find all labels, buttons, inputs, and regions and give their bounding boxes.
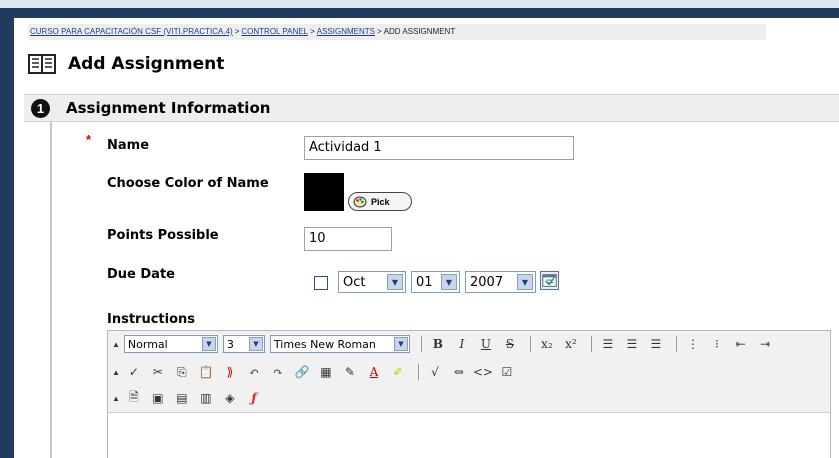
redo-icon[interactable]: ↷ [268, 363, 288, 381]
rich-text-editor[interactable]: ▲ Normal ▼ 3 ▼ Times New Roman ▼ B I U S [107, 330, 831, 458]
align-left-icon[interactable]: ☰ [598, 335, 618, 353]
required-marker: * [86, 132, 92, 147]
chevron-down-icon: ▼ [517, 274, 533, 290]
due-date-checkbox[interactable] [314, 276, 328, 290]
paste-icon[interactable]: 📋 [196, 363, 216, 381]
outdent-icon[interactable]: ⇤ [731, 335, 751, 353]
undo-icon[interactable]: ↶ [244, 363, 264, 381]
toolbar-row-3: ▲ 🗎 ▣ ▤ ▥ ◈ ƒ [112, 387, 268, 409]
breadcrumb-current: ADD ASSIGNMENT [383, 27, 456, 36]
link-icon[interactable]: 🔗 [292, 363, 312, 381]
cut-icon[interactable]: ✂ [148, 363, 168, 381]
breadcrumb-separator: > [234, 27, 240, 36]
strikethrough-button[interactable]: S [500, 335, 520, 353]
numbered-list-icon[interactable]: ⋮ [683, 335, 703, 353]
spellcheck-icon[interactable]: ✓ [124, 363, 144, 381]
section-title: Assignment Information [66, 99, 271, 117]
underline-button[interactable]: U [476, 335, 496, 353]
editor-toolbar: ▲ Normal ▼ 3 ▼ Times New Roman ▼ B I U S [108, 331, 830, 413]
table-icon[interactable]: ▦ [316, 363, 336, 381]
color-label: Choose Color of Name [107, 176, 269, 191]
bold-button[interactable]: B [428, 335, 448, 353]
due-day-value: 01 [416, 274, 433, 290]
color-swatch[interactable] [304, 173, 344, 211]
chevron-down-icon: ▼ [441, 274, 457, 290]
points-input[interactable]: 10 [304, 227, 392, 251]
page-content: CURSO PARA CAPACITACIÓN CSF (VITI.PRACTI… [14, 18, 839, 458]
breadcrumb-separator: > [376, 27, 382, 36]
breadcrumb-assignments[interactable]: ASSIGNMENTS [317, 27, 375, 36]
source-code-icon[interactable]: <> [473, 363, 493, 381]
breadcrumb: CURSO PARA CAPACITACIÓN CSF (VITI.PRACTI… [28, 24, 766, 40]
instructions-label: Instructions [107, 312, 196, 327]
attach-file-icon[interactable]: 🗎 [124, 389, 144, 407]
collapse-toggle-icon[interactable]: ▲ [112, 368, 120, 377]
superscript-button[interactable]: x² [561, 335, 581, 353]
name-label: Name [107, 138, 150, 153]
toolbar-separator [529, 336, 531, 352]
breadcrumb-control-panel[interactable]: CONTROL PANEL [241, 27, 308, 36]
toolbar-separator [420, 336, 422, 352]
insert-document-icon[interactable]: ▥ [196, 389, 216, 407]
book-icon [28, 54, 56, 74]
insert-image-icon[interactable]: ▣ [148, 389, 168, 407]
bullet-list-icon[interactable]: ⁝ [707, 335, 727, 353]
equation-icon[interactable]: √ [425, 363, 445, 381]
name-input[interactable]: Actividad 1 [304, 136, 574, 160]
due-month-value: Oct [343, 274, 366, 290]
align-right-icon[interactable]: ☰ [646, 335, 666, 353]
collapse-toggle-icon[interactable]: ▲ [112, 340, 120, 349]
indent-icon[interactable]: ⇥ [755, 335, 775, 353]
pick-label: Pick [371, 196, 390, 207]
step-number-badge: 1 [31, 98, 50, 118]
paragraph-style-value: Normal [127, 337, 168, 351]
font-size-value: 3 [226, 337, 234, 351]
italic-button[interactable]: I [452, 335, 472, 353]
paragraph-style-select[interactable]: Normal ▼ [123, 335, 218, 353]
flash-icon[interactable]: ƒ [244, 389, 264, 407]
font-family-select[interactable]: Times New Roman ▼ [269, 335, 410, 353]
erase-icon[interactable]: ⟫ [220, 363, 240, 381]
highlight-icon[interactable]: ✐ [388, 363, 408, 381]
due-date-label: Due Date [107, 267, 175, 282]
toolbar-separator [417, 364, 419, 380]
due-day-select[interactable]: 01 ▼ [411, 271, 460, 293]
align-center-icon[interactable]: ☰ [622, 335, 642, 353]
toolbar-separator [590, 336, 592, 352]
font-family-value: Times New Roman [273, 337, 376, 351]
page-title: Add Assignment [68, 54, 225, 74]
due-year-select[interactable]: 2007 ▼ [465, 271, 536, 293]
editor-content-area[interactable] [108, 414, 830, 458]
chevron-down-icon: ▼ [387, 274, 403, 290]
toolbar-row-2: ▲ ✓ ✂ ⎘ 📋 ⟫ ↶ ↷ 🔗 ▦ ✎ A ✐ √ ⇔ <> ☑ [112, 361, 521, 383]
breadcrumb-separator: > [310, 27, 315, 36]
section-border [50, 122, 52, 458]
html-embed-icon[interactable]: ⇔ [449, 363, 469, 381]
due-month-select[interactable]: Oct ▼ [338, 271, 406, 293]
chevron-down-icon: ▼ [393, 337, 408, 351]
font-color-icon[interactable]: A [364, 363, 384, 381]
copy-icon[interactable]: ⎘ [172, 363, 192, 381]
font-size-select[interactable]: 3 ▼ [222, 335, 265, 353]
toolbar-separator [675, 336, 677, 352]
chevron-down-icon: ▼ [248, 337, 263, 351]
page-header: Add Assignment [28, 50, 224, 78]
calendar-icon[interactable] [540, 271, 559, 290]
palette-icon [353, 196, 367, 207]
insert-media-icon[interactable]: ▤ [172, 389, 192, 407]
section-header: 1 Assignment Information [24, 94, 839, 122]
subscript-button[interactable]: x₂ [537, 335, 557, 353]
pick-color-button[interactable]: Pick [348, 192, 412, 211]
chevron-down-icon: ▼ [201, 337, 216, 351]
collapse-toggle-icon[interactable]: ▲ [112, 394, 120, 403]
due-year-value: 2007 [470, 274, 504, 290]
mashup-icon[interactable]: ◈ [220, 389, 240, 407]
pen-icon[interactable]: ✎ [340, 363, 360, 381]
breadcrumb-course[interactable]: CURSO PARA CAPACITACIÓN CSF (VITI.PRACTI… [30, 27, 233, 36]
points-label: Points Possible [107, 228, 219, 243]
toolbar-row-1: ▲ Normal ▼ 3 ▼ Times New Roman ▼ B I U S [112, 333, 779, 355]
preview-icon[interactable]: ☑ [497, 363, 517, 381]
